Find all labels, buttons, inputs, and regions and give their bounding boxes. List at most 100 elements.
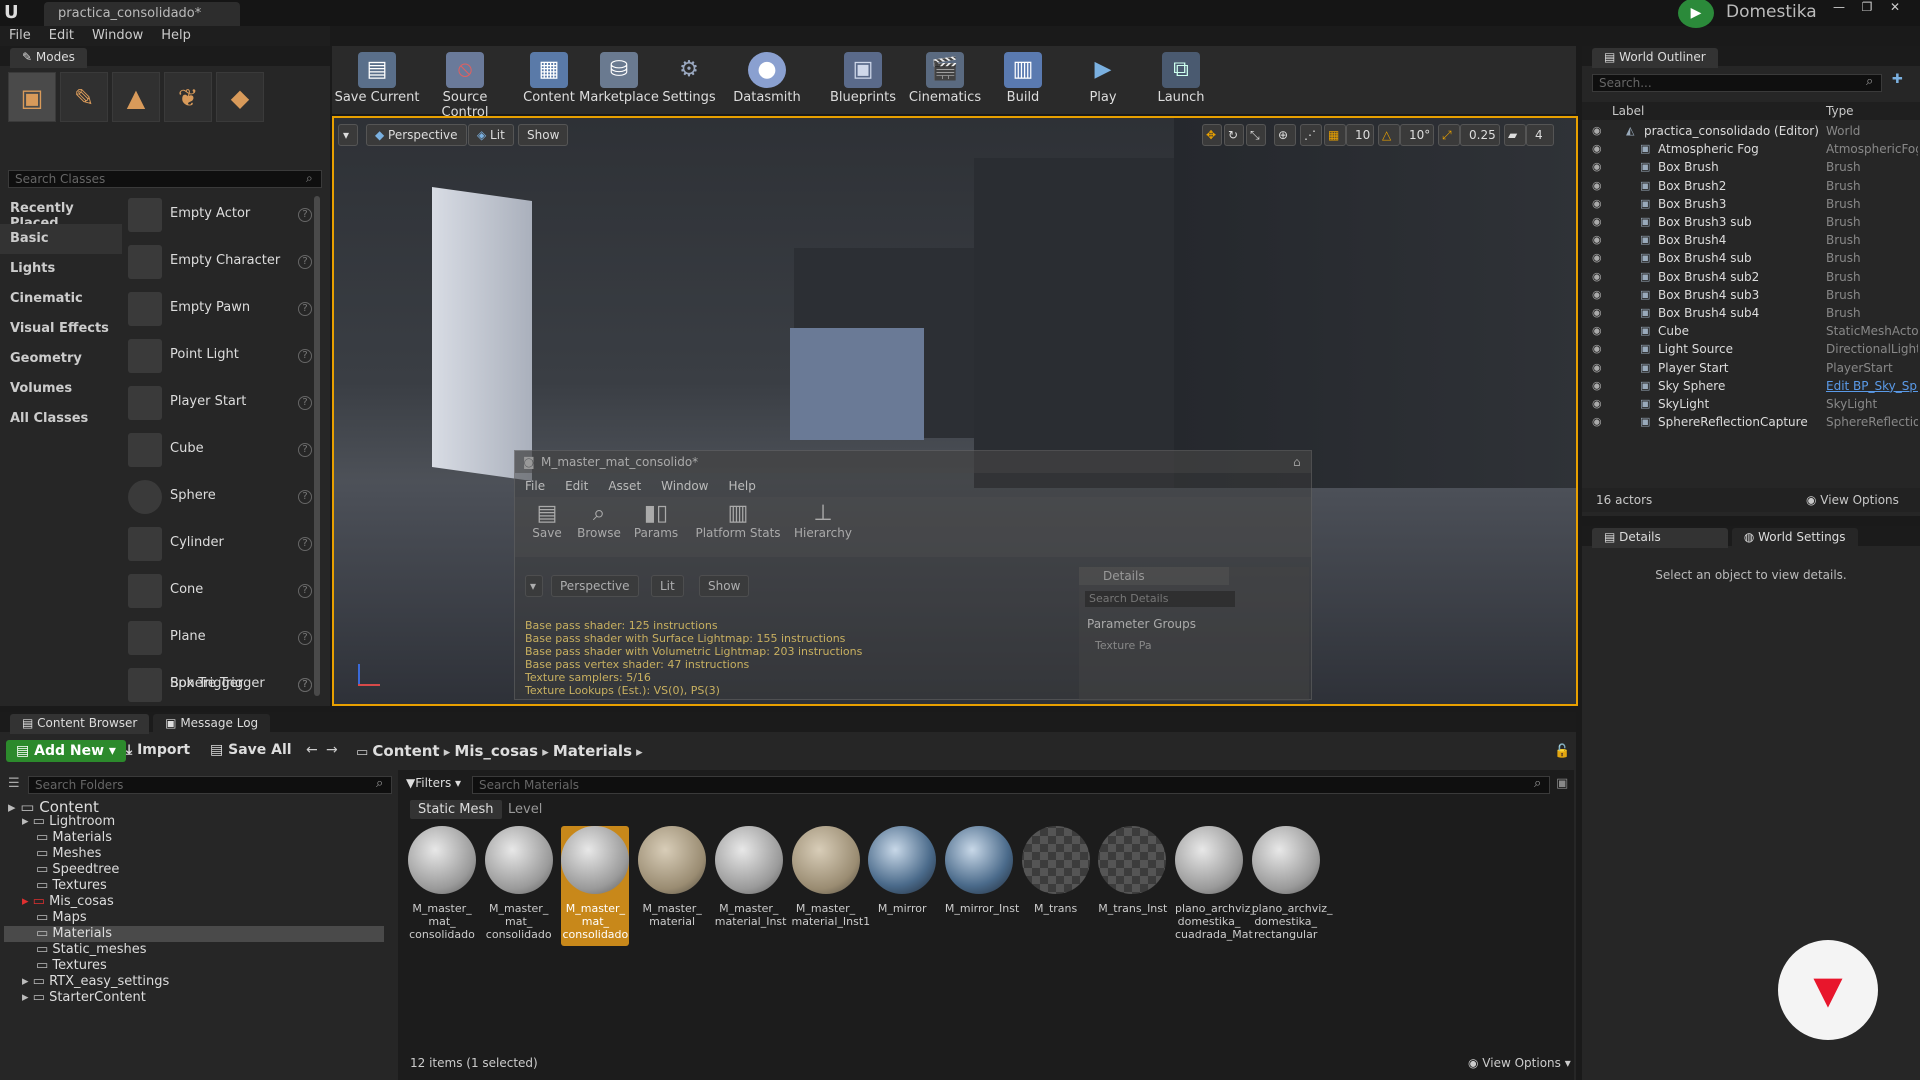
- help-icon[interactable]: ?: [298, 490, 312, 504]
- source-control-button[interactable]: ⦸ Source Control: [420, 48, 510, 120]
- place-item[interactable]: Cylinder?: [126, 523, 316, 567]
- launch-button[interactable]: ⧉ Launch: [1136, 48, 1226, 112]
- folder-item[interactable]: ▭ Speedtree: [36, 862, 416, 878]
- visibility-eye-icon[interactable]: ◉: [1592, 160, 1602, 173]
- folder-item[interactable]: ▭ Meshes: [36, 846, 416, 862]
- help-icon[interactable]: ?: [298, 584, 312, 598]
- outliner-row[interactable]: ◉ ▣ Box Brush4 sub2 Brush: [1582, 268, 1920, 286]
- search-classes-input[interactable]: Search Classes: [8, 170, 322, 188]
- help-icon[interactable]: ?: [298, 631, 312, 645]
- outliner-row[interactable]: ◉ ▣ Sky Sphere Edit BP_Sky_Sphere: [1582, 377, 1920, 395]
- outliner-row[interactable]: ◉ ▣ Box Brush3 sub Brush: [1582, 213, 1920, 231]
- minimize-icon[interactable]: —: [1828, 0, 1850, 16]
- visibility-eye-icon[interactable]: ◉: [1592, 415, 1602, 428]
- search-folders-input[interactable]: Search Folders: [28, 776, 392, 794]
- play-button[interactable]: ▶ Play: [1058, 48, 1148, 112]
- grid-snap-value[interactable]: 10: [1346, 124, 1374, 146]
- help-icon[interactable]: ?: [298, 678, 312, 692]
- place-item[interactable]: Empty Actor?: [126, 194, 316, 238]
- asset-tile[interactable]: M_mirror: [868, 826, 937, 946]
- menu-edit[interactable]: Edit: [40, 26, 83, 45]
- material-editor-window[interactable]: M_master_mat_consolido* ◙ ⌂ File Edit Asse…: [514, 450, 1312, 701]
- asset-tile[interactable]: M_master_ mat_ consolidado: [561, 826, 630, 946]
- outliner-search-input[interactable]: Search...: [1592, 74, 1882, 92]
- visibility-eye-icon[interactable]: ◉: [1592, 179, 1602, 192]
- grid-snap-icon[interactable]: ▦: [1324, 124, 1346, 146]
- place-mode-icon[interactable]: ▣: [8, 72, 56, 122]
- world-settings-tab[interactable]: ◍ World Settings: [1731, 528, 1858, 548]
- category-volumes[interactable]: Volumes: [0, 374, 122, 404]
- me-save-button[interactable]: ▤ Save: [525, 501, 569, 540]
- outliner-row[interactable]: ◉ ▣ Player Start PlayerStart: [1582, 359, 1920, 377]
- asset-tile[interactable]: M_mirror_Inst: [944, 826, 1019, 946]
- visibility-eye-icon[interactable]: ◉: [1592, 251, 1602, 264]
- world-icon[interactable]: ⊕: [1274, 124, 1296, 146]
- me-browse-button[interactable]: ⌕ Browse: [575, 501, 623, 540]
- folder-item[interactable]: ▸ ▭ Mis_cosas: [22, 894, 402, 910]
- folder-item[interactable]: ▸ ▭ Lightroom: [22, 814, 402, 830]
- camera-speed-icon[interactable]: ▰: [1504, 124, 1526, 146]
- me-platform-stats-button[interactable]: ▥ Platform Stats: [695, 501, 781, 540]
- geometry-mode-icon[interactable]: ◆: [216, 72, 264, 122]
- visibility-eye-icon[interactable]: ◉: [1592, 342, 1602, 355]
- place-item[interactable]: Plane?: [126, 617, 316, 661]
- folder-item[interactable]: ▭ Materials: [4, 926, 384, 942]
- pin-icon[interactable]: ✚: [1892, 72, 1903, 87]
- me-details-search[interactable]: Search Details: [1085, 591, 1235, 607]
- search-assets-input[interactable]: Search Materials: [472, 776, 1550, 794]
- outliner-row[interactable]: ◉ ▣ Box Brush2 Brush: [1582, 177, 1920, 195]
- outliner-row[interactable]: ◉ ▣ Box Brush4 sub Brush: [1582, 249, 1920, 267]
- visibility-eye-icon[interactable]: ◉: [1592, 197, 1602, 210]
- menu-file[interactable]: File: [0, 26, 40, 45]
- forward-arrow-icon[interactable]: →: [326, 742, 338, 758]
- perspective-button[interactable]: ◆ Perspective: [366, 124, 467, 146]
- folder-item[interactable]: ▭ Maps: [36, 910, 416, 926]
- me-menu-help[interactable]: Help: [718, 477, 765, 495]
- scale-snap-value[interactable]: 0.25: [1460, 124, 1500, 146]
- breadcrumb-content[interactable]: Content: [372, 742, 439, 760]
- me-show-button[interactable]: Show: [699, 575, 750, 597]
- visibility-eye-icon[interactable]: ◉: [1592, 306, 1602, 319]
- help-icon[interactable]: ?: [298, 537, 312, 551]
- datasmith-button[interactable]: ● Datasmith: [722, 48, 812, 112]
- outliner-row[interactable]: ◉ ▣ Box Brush4 Brush: [1582, 231, 1920, 249]
- translate-icon[interactable]: ✥: [1202, 124, 1222, 146]
- details-tab[interactable]: ▤ Details: [1592, 528, 1728, 548]
- me-menu-edit[interactable]: Edit: [555, 477, 598, 495]
- outliner-row[interactable]: ◉ ▣ Box Brush4 sub4 Brush: [1582, 304, 1920, 322]
- lock-icon[interactable]: 🔓: [1554, 744, 1570, 759]
- help-icon[interactable]: ?: [298, 349, 312, 363]
- outliner-row[interactable]: ◉ ▣ Cube StaticMeshActor: [1582, 322, 1920, 340]
- blueprints-button[interactable]: ▣ Blueprints: [818, 48, 908, 112]
- unreal-logo-icon[interactable]: U: [4, 2, 26, 24]
- me-hierarchy-button[interactable]: ⊥ Hierarchy: [787, 501, 859, 540]
- outliner-row[interactable]: ◉ ▣ Box Brush3 Brush: [1582, 195, 1920, 213]
- rotation-snap-value[interactable]: 10°: [1400, 124, 1434, 146]
- asset-tile[interactable]: M_master_ mat_ consolidado: [408, 826, 476, 946]
- asset-tile[interactable]: M_master_ material_Inst: [714, 826, 786, 946]
- show-button[interactable]: Show: [518, 124, 569, 146]
- filter-tag-level[interactable]: Level: [500, 800, 550, 819]
- viewport-options-button[interactable]: ▾: [338, 124, 358, 146]
- outliner-row[interactable]: ◉ ▣ Light Source DirectionalLight: [1582, 340, 1920, 358]
- help-icon[interactable]: ?: [298, 255, 312, 269]
- visibility-eye-icon[interactable]: ◉: [1592, 379, 1602, 392]
- surface-snap-icon[interactable]: ⋰: [1300, 124, 1322, 146]
- modes-tab[interactable]: ✎ Modes: [10, 48, 87, 68]
- save-all-button[interactable]: ▤ Save All: [210, 742, 292, 758]
- scale-snap-icon[interactable]: ⤢: [1438, 124, 1460, 146]
- type-column-header[interactable]: Type: [1826, 104, 1854, 118]
- label-column-header[interactable]: Label: [1612, 104, 1644, 118]
- menu-help[interactable]: Help: [152, 26, 200, 45]
- category-cinematic[interactable]: Cinematic: [0, 284, 122, 314]
- foliage-mode-icon[interactable]: ❦: [164, 72, 212, 122]
- paint-mode-icon[interactable]: ✎: [60, 72, 108, 122]
- outliner-row[interactable]: ◉ ▣ SkyLight SkyLight: [1582, 395, 1920, 413]
- parameter-groups-header[interactable]: Parameter Groups: [1087, 617, 1196, 631]
- view-options-button[interactable]: ◉ View Options: [1806, 493, 1899, 507]
- outliner-row[interactable]: ◉ ▣ SphereReflectionCapture SphereReflectio…: [1582, 413, 1920, 431]
- cb-view-options-button[interactable]: ◉ View Options ▾: [1468, 1056, 1571, 1070]
- place-item[interactable]: Cube?: [126, 429, 316, 473]
- me-params-button[interactable]: ▮▯ Params: [631, 501, 681, 540]
- visibility-eye-icon[interactable]: ◉: [1592, 324, 1602, 337]
